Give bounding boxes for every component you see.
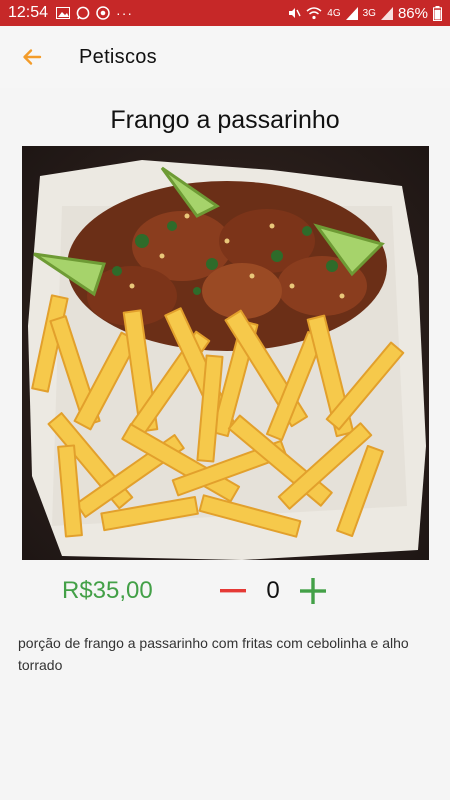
app-bar: Petiscos [0, 26, 450, 88]
arrow-left-icon [23, 49, 42, 65]
quantity-value: 0 [266, 577, 280, 604]
image-icon [56, 7, 71, 19]
status-time: 12:54 [8, 4, 49, 21]
whatsapp-icon [76, 6, 90, 20]
wifi-icon [306, 7, 322, 20]
signal-icon-2 [380, 6, 393, 20]
back-button[interactable] [0, 26, 64, 88]
increase-quantity-button[interactable] [298, 574, 328, 608]
network-label-2: 3G [362, 7, 376, 19]
minus-icon [220, 589, 246, 593]
decrease-quantity-button[interactable] [218, 574, 248, 608]
product-name: Frango a passarinho [110, 106, 340, 134]
plus-icon [300, 578, 326, 604]
signal-icon [345, 6, 358, 20]
more-dots-icon: ··· [116, 5, 134, 21]
battery-percent: 86% [397, 4, 428, 22]
product-price: R$35,00 [62, 577, 153, 604]
status-right: 4G 3G 86% [287, 5, 442, 22]
product-description: porção de frango a passarinho com fritas… [18, 635, 409, 673]
battery-icon [433, 5, 442, 21]
product-image [22, 146, 429, 560]
status-bar: 12:54 ··· 4G 3G 86% [0, 0, 450, 26]
network-label-1: 4G [327, 7, 341, 19]
page-title: Petiscos [79, 45, 157, 68]
mute-icon [289, 8, 301, 18]
chrome-icon [96, 6, 110, 20]
